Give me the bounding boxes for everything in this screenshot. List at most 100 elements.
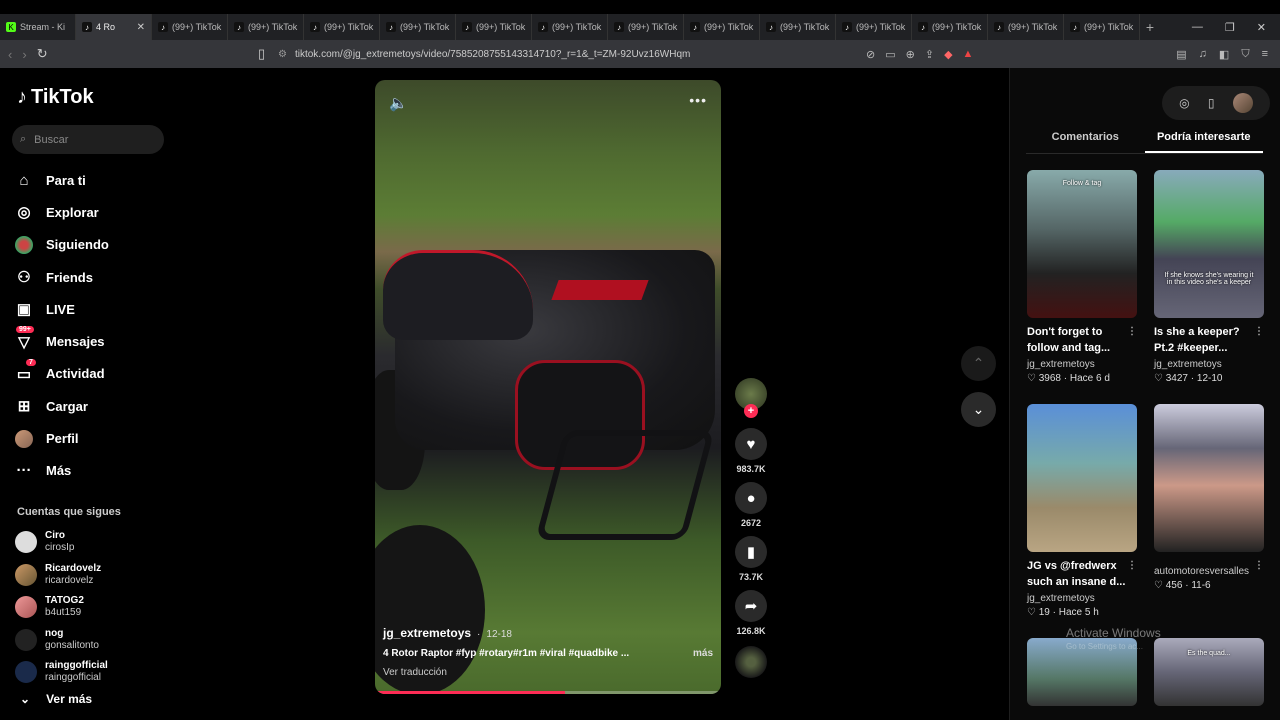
sidebar-item-label: Mensajes [46,334,105,350]
coins-icon[interactable]: ◎ [1179,96,1189,110]
sidebar-toggle-icon[interactable]: ▤ [1176,48,1186,61]
followed-account[interactable]: rainggofficial rainggofficial [15,656,108,689]
share-button[interactable]: ➦ [735,590,767,622]
menu-icon[interactable]: ≡ [1262,48,1268,61]
tiktok-icon: ♪ [462,22,472,32]
share-icon[interactable]: ⇪ [925,48,934,61]
browser-tab[interactable]: ♪ (99+) TikTok [304,14,380,40]
forward-icon[interactable]: › [22,47,26,62]
minimize-icon[interactable]: — [1192,21,1203,34]
card-username[interactable]: jg_extremetoys [1154,359,1264,370]
account-handle: rainggofficial [45,672,101,684]
creator-avatar[interactable]: + [735,378,767,418]
site-info-icon[interactable]: ⚙ [278,49,287,60]
video-thumbnail[interactable] [1027,404,1137,552]
sidebar-item-live[interactable]: ▣ LIVE [14,293,109,325]
video-options-icon[interactable]: ••• [689,92,707,108]
card-options-icon[interactable]: ⋮ [1127,558,1137,592]
user-avatar[interactable] [1232,93,1253,113]
sidebar-item-friends[interactable]: ⚇ Friends [14,261,109,293]
back-icon[interactable]: ‹ [8,47,12,62]
video-author[interactable]: jg_extremetoys [383,626,471,640]
restore-icon[interactable]: ❐ [1225,21,1235,34]
browser-tab[interactable]: ♪ (99+) TikTok [760,14,836,40]
zoom-icon[interactable]: ⊕ [906,48,915,61]
card-username[interactable]: jg_extremetoys [1027,593,1137,604]
video-thumbnail[interactable]: Follow & tag [1027,170,1137,318]
previous-video-button[interactable]: ⌃ [961,346,996,381]
account-name: rainggofficial [45,660,108,672]
see-more-button[interactable]: ⌄ Ver más [20,692,92,706]
suggested-video-card[interactable]: If she knows she's wearing it in this vi… [1154,170,1264,384]
save-button[interactable]: ▮ [735,536,767,568]
card-username[interactable]: automotoresversalles [1154,566,1264,577]
video-thumbnail[interactable] [1154,404,1264,552]
follow-plus-icon[interactable]: + [744,404,758,418]
brave-shield-icon[interactable]: ◆ [944,48,952,61]
search-input[interactable]: ⌕ Buscar [12,125,164,154]
suggested-video-card[interactable]: JG vs @fredwerx such an insane d... ⋮ jg_e… [1027,404,1137,618]
profile-avatar-icon [14,429,34,449]
suggested-video-card[interactable]: ⋮ automotoresversalles ♡ 456 · 11-6 [1154,404,1264,591]
sidebar-item-m-s[interactable]: ··· Más [14,455,109,487]
sidebar-item-mensajes[interactable]: ▽ 99+ Mensajes [14,325,109,357]
panel-icon[interactable]: ◧ [1219,48,1229,61]
tab-comentarios[interactable]: Comentarios [1026,128,1145,153]
tab-podr-a-interesarte[interactable]: Podría interesarte [1144,128,1263,153]
bookmark-icon[interactable]: ▯ [258,46,265,62]
comment-button[interactable]: ● [735,482,767,514]
volume-icon[interactable]: 🔈 [389,94,408,112]
card-username[interactable]: jg_extremetoys [1027,359,1137,370]
card-options-icon[interactable]: ⋮ [1254,324,1264,358]
reload-icon[interactable]: ↻ [37,46,48,62]
card-age: Hace 5 h [1058,607,1099,618]
screen-icon[interactable]: ▭ [885,48,895,61]
sidebar-item-explorar[interactable]: ◎ Explorar [14,196,109,228]
followed-account[interactable]: Ricardovelz ricardovelz [15,559,108,592]
video-description: 4 Rotor Raptor #fyp #rotary#r1m #viral #… [383,648,630,659]
translate-link[interactable]: Ver traducción [383,667,713,678]
browser-tab[interactable]: ♪ (99+) TikTok [380,14,456,40]
followed-account[interactable]: nog gonsalitonto [15,624,108,657]
media-icon[interactable]: ♫ [1199,48,1207,61]
next-video-button[interactable]: ⌄ [961,392,996,427]
close-window-icon[interactable]: ✕ [1257,21,1266,34]
browser-tab[interactable]: ♪ (99+) TikTok [456,14,532,40]
video-thumbnail[interactable]: Es the quad... [1154,638,1264,706]
video-progress-bar[interactable] [375,691,721,694]
video-player[interactable]: 🔈 ••• jg_extremetoys · 12-18 4 Rotor Rap… [375,80,721,694]
browser-tab[interactable]: ♪ (99+) TikTok [684,14,760,40]
browser-tab[interactable]: ♪ (99+) TikTok [228,14,304,40]
sidebar-item-perfil[interactable]: Perfil [14,422,109,454]
browser-tab[interactable]: ♪ (99+) TikTok [1064,14,1140,40]
browser-tab[interactable]: ♪ (99+) TikTok [532,14,608,40]
browser-tab[interactable]: ♪ (99+) TikTok [836,14,912,40]
vpn-icon[interactable]: ⛉ [1241,48,1249,61]
browser-tab[interactable]: ♪ (99+) TikTok [152,14,228,40]
like-button[interactable]: ♥ [735,428,767,460]
browser-tab[interactable]: ♪ 4 Ro ✕ [76,14,152,40]
browser-tab[interactable]: ♪ (99+) TikTok [988,14,1064,40]
more-link[interactable]: más [693,648,713,659]
music-disc[interactable] [735,646,767,678]
close-tab-icon[interactable]: ✕ [137,22,145,33]
video-thumbnail[interactable]: If she knows she's wearing it in this vi… [1154,170,1264,318]
sidebar-item-siguiendo[interactable]: Siguiendo [14,229,109,261]
no-ads-icon[interactable]: ⊘ [866,48,875,61]
followed-account[interactable]: Ciro cirosIp [15,526,108,559]
suggested-video-card[interactable]: Es the quad... [1154,638,1264,706]
browser-tab[interactable]: ♪ (99+) TikTok [608,14,684,40]
sidebar-item-actividad[interactable]: ▭ 7 Actividad [14,358,109,390]
device-icon[interactable]: ▯ [1208,96,1215,110]
sidebar-item-para-ti[interactable]: ⌂ Para ti [14,164,109,196]
sidebar-item-cargar[interactable]: ⊞ Cargar [14,390,109,422]
card-options-icon[interactable]: ⋮ [1127,324,1137,358]
browser-tab[interactable]: K Stream - Ki [0,14,76,40]
rewards-icon[interactable]: ▲ [963,48,974,61]
browser-tab[interactable]: ♪ (99+) TikTok [912,14,988,40]
suggested-video-card[interactable]: Follow & tag Don't forget to follow and t… [1027,170,1137,384]
new-tab-button[interactable]: + [1140,19,1160,35]
tiktok-logo[interactable]: ♪ TikTok [17,86,94,109]
followed-account[interactable]: TATOG2 b4ut159 [15,591,108,624]
chevron-down-icon: ⌄ [20,692,31,706]
